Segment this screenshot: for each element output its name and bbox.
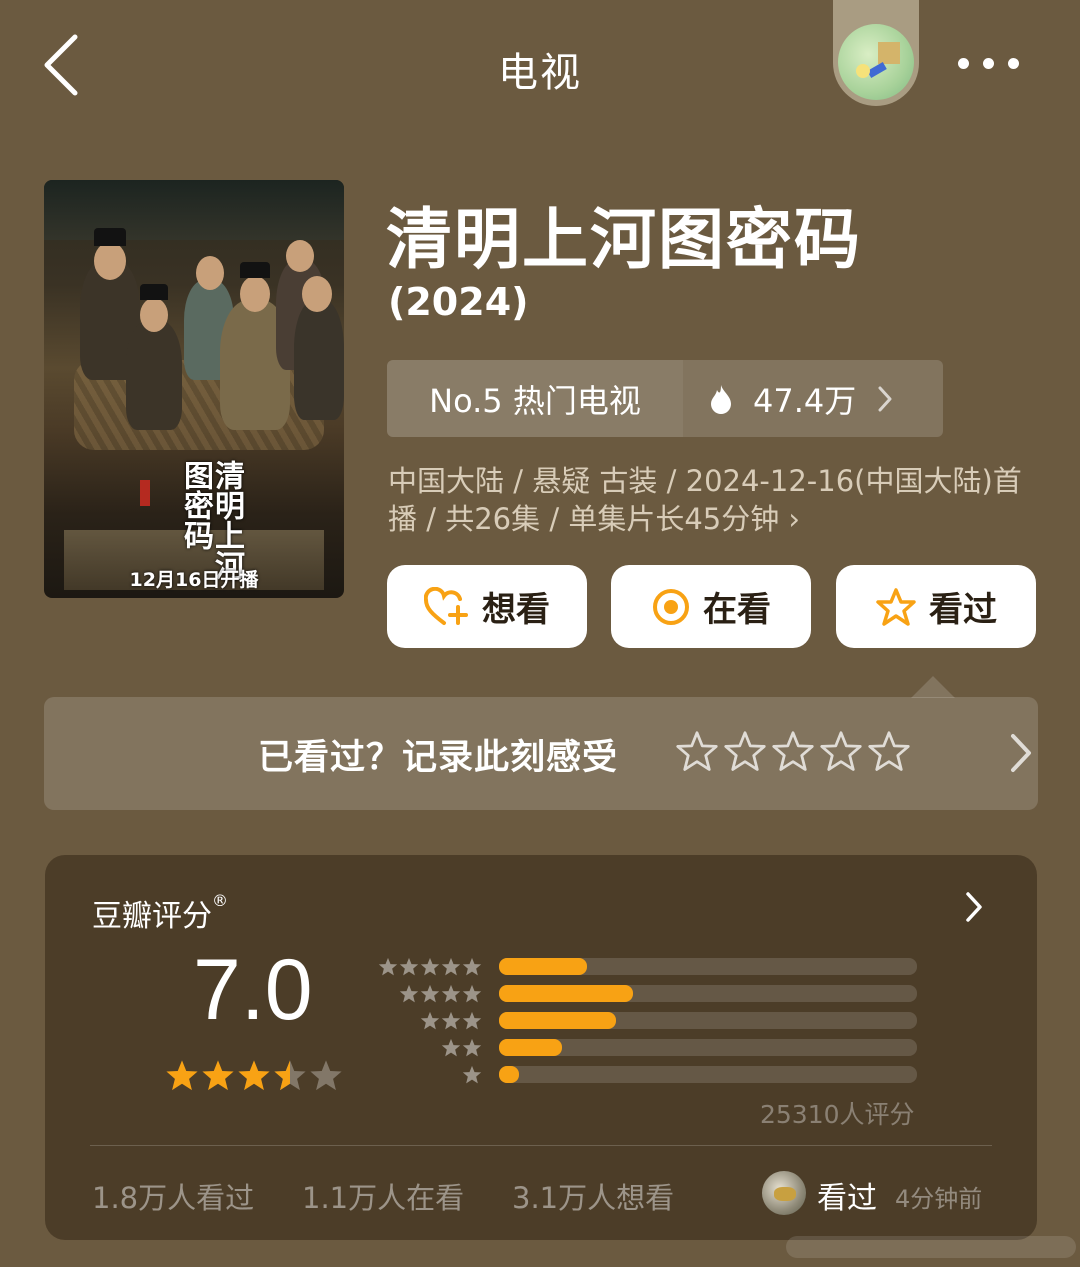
star-filled-icon <box>165 1059 199 1097</box>
rating-score: 7.0 <box>193 942 313 1038</box>
distribution-bar <box>499 1039 562 1056</box>
star-filled-icon <box>201 1059 235 1097</box>
star-outline-icon[interactable] <box>724 731 766 777</box>
rating-stars <box>165 1059 343 1097</box>
rating-source-label: 豆瓣评分® <box>92 891 228 934</box>
show-poster[interactable]: 清明上河图密码 12月16日开播 <box>44 180 344 598</box>
distribution-track <box>499 1066 917 1083</box>
star-half-icon <box>273 1059 307 1097</box>
distribution-track <box>499 958 917 975</box>
want-to-watch-button[interactable]: 想看 <box>387 565 587 648</box>
stat-watching: 1.1万人在看 <box>302 1181 465 1215</box>
watching-label: 在看 <box>703 590 771 630</box>
star-outline-icon[interactable] <box>868 731 910 777</box>
tooltip-pointer <box>911 676 955 698</box>
poster-premiere-date: 12月16日开播 <box>129 569 259 591</box>
rate-stars[interactable] <box>676 731 910 777</box>
rating-count: 25310人评分 <box>760 1100 915 1129</box>
distribution-track <box>499 1012 917 1029</box>
divider <box>90 1145 992 1146</box>
record-feeling-bar[interactable]: 已看过？记录此刻感受 <box>44 697 1038 810</box>
rank-label: No.5 热门电视 <box>387 360 683 437</box>
chevron-right-icon <box>1010 733 1032 777</box>
registered-mark: ® <box>212 891 228 910</box>
star-outline-icon <box>875 587 917 627</box>
distribution-track <box>499 985 917 1002</box>
heat-value: 47.4万 <box>753 381 857 420</box>
chevron-right-icon[interactable] <box>965 891 983 927</box>
watching-button[interactable]: 在看 <box>611 565 811 648</box>
rating-card[interactable]: 豆瓣评分® 7.0 25310人评分 1.8万人看过 1.1万人在看 3.1万人… <box>45 855 1037 1240</box>
fire-icon <box>709 384 733 414</box>
friend-action: 看过 <box>817 1181 877 1216</box>
distribution-row-3-star <box>379 1011 919 1031</box>
friend-time: 4分钟前 <box>895 1185 983 1213</box>
watched-button[interactable]: 看过 <box>836 565 1036 648</box>
heat-index[interactable]: 47.4万 <box>683 360 943 437</box>
home-indicator <box>786 1236 1076 1258</box>
chevron-right-icon <box>878 386 892 412</box>
avatar <box>838 24 914 100</box>
show-title: 清明上河图密码 <box>386 201 862 278</box>
friend-avatar[interactable] <box>762 1171 806 1215</box>
stat-watched: 1.8万人看过 <box>92 1181 255 1215</box>
more-button[interactable] <box>948 48 1028 78</box>
star-outline-icon[interactable] <box>772 731 814 777</box>
user-avatar-tab[interactable] <box>833 0 919 106</box>
distribution-star-label <box>420 1011 482 1031</box>
show-meta-info[interactable]: 中国大陆 / 悬疑 古装 / 2024-12-16(中国大陆)首播 / 共26集… <box>388 462 1028 538</box>
stat-want: 3.1万人想看 <box>512 1181 675 1215</box>
distribution-row-5-star <box>378 957 919 977</box>
top-bar: 电视 <box>0 0 1080 130</box>
want-to-watch-label: 想看 <box>482 590 550 630</box>
star-outline-icon[interactable] <box>676 731 718 777</box>
distribution-bar <box>499 958 587 975</box>
seal-stamp <box>140 480 150 506</box>
star-outline-icon[interactable] <box>820 731 862 777</box>
watched-label: 看过 <box>929 590 997 630</box>
distribution-star-label <box>399 984 482 1004</box>
show-year: (2024) <box>388 280 529 324</box>
distribution-bar <box>499 985 633 1002</box>
star-filled-icon <box>237 1059 271 1097</box>
distribution-star-label <box>441 1038 482 1058</box>
distribution-track <box>499 1039 917 1056</box>
more-dots-icon <box>957 57 969 69</box>
distribution-row-2-star <box>379 1038 919 1058</box>
target-circle-icon <box>651 587 691 627</box>
distribution-bar <box>499 1066 519 1083</box>
distribution-row-1-star <box>379 1065 919 1085</box>
record-prompt: 已看过？记录此刻感受 <box>258 738 619 778</box>
distribution-star-label <box>462 1065 482 1085</box>
distribution-star-label <box>378 957 482 977</box>
star-empty-icon <box>309 1059 343 1097</box>
distribution-row-4-star <box>379 984 919 1004</box>
distribution-bar <box>499 1012 617 1029</box>
heart-plus-icon <box>424 586 470 627</box>
rank-badge[interactable]: No.5 热门电视 47.4万 <box>387 360 943 437</box>
